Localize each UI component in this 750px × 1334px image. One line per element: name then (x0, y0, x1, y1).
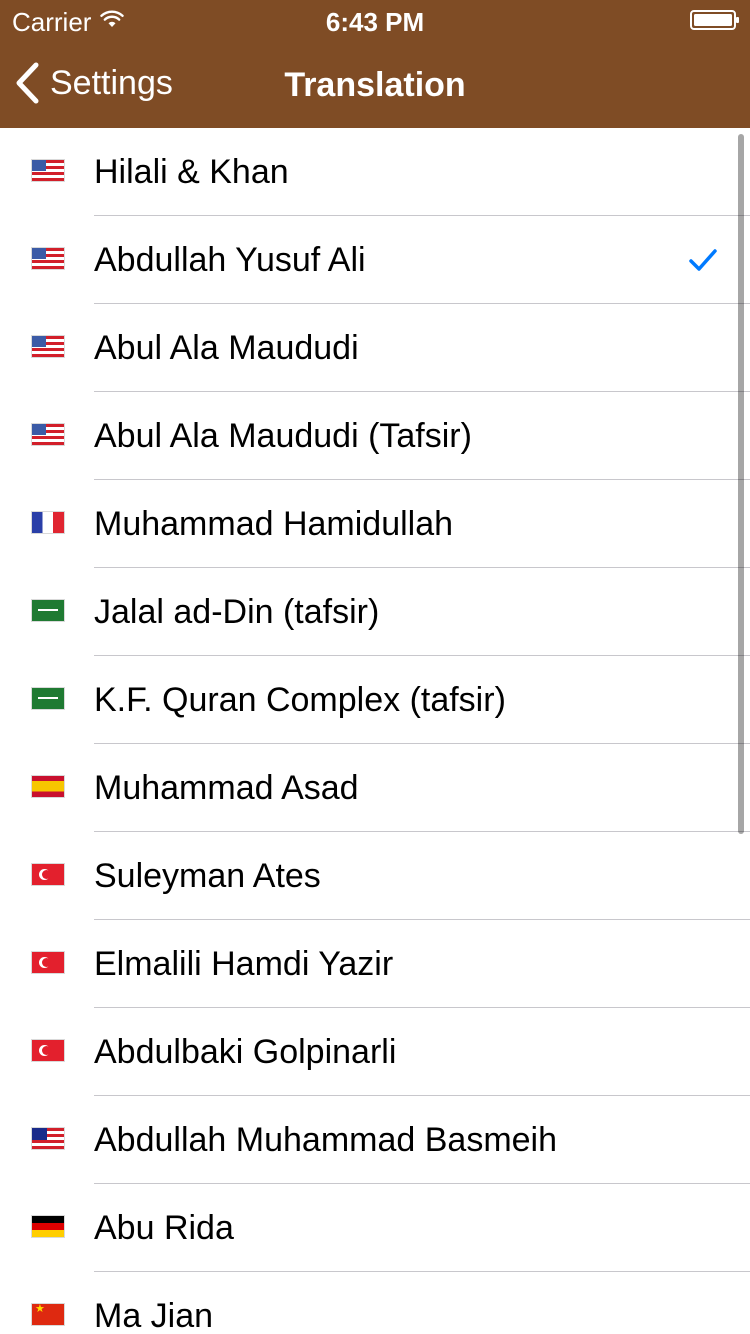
translation-name: Hilali & Khan (94, 153, 289, 191)
us-flag-icon (32, 248, 64, 269)
translation-name: Abdulbaki Golpinarli (94, 1033, 397, 1071)
translation-name: Abdullah Yusuf Ali (94, 241, 366, 279)
translation-row[interactable]: Abul Ala Maududi (0, 304, 750, 392)
translation-name: Abdullah Muhammad Basmeih (94, 1121, 558, 1159)
translation-row[interactable]: Muhammad Asad (0, 744, 750, 832)
us-flag-icon (32, 336, 64, 357)
translation-row[interactable]: Abdullah Muhammad Basmeih (0, 1096, 750, 1184)
france-flag-icon (32, 512, 64, 533)
spain-flag-icon (32, 776, 64, 797)
translation-name: Muhammad Hamidullah (94, 505, 454, 543)
translation-row[interactable]: Abdullah Yusuf Ali (0, 216, 750, 304)
translation-row[interactable]: Muhammad Hamidullah (0, 480, 750, 568)
translation-row[interactable]: Abdulbaki Golpinarli (0, 1008, 750, 1096)
turkey-flag-icon (32, 864, 64, 885)
translation-row[interactable]: Ma Jian (0, 1272, 750, 1334)
navigation-header: Carrier 6:43 PM Settings Translation (0, 0, 750, 128)
us-flag-icon (32, 424, 64, 445)
translation-row[interactable]: Abu Rida (0, 1184, 750, 1272)
translation-name: Suleyman Ates (94, 857, 321, 895)
translation-name: Ma Jian (94, 1297, 214, 1334)
translation-row[interactable]: Jalal ad-Din (tafsir) (0, 568, 750, 656)
turkey-flag-icon (32, 1040, 64, 1061)
checkmark-icon (689, 249, 717, 271)
scroll-indicator[interactable] (738, 134, 744, 834)
malaysia-flag-icon (32, 1128, 64, 1149)
saudi-flag-icon (32, 688, 64, 709)
translation-name: Muhammad Asad (94, 769, 359, 807)
saudi-flag-icon (32, 600, 64, 621)
nav-bar: Settings Translation (0, 40, 750, 128)
us-flag-icon (32, 160, 64, 181)
translation-list[interactable]: Hilali & Khan Abdullah Yusuf Ali Abul Al… (0, 128, 750, 1334)
battery-icon (690, 10, 739, 30)
translation-row[interactable]: Suleyman Ates (0, 832, 750, 920)
status-time: 6:43 PM (325, 7, 425, 37)
translation-name: Abu Rida (94, 1209, 234, 1247)
translation-row[interactable]: Hilali & Khan (0, 128, 750, 216)
translation-name: Elmalili Hamdi Yazir (94, 945, 394, 983)
translation-row[interactable]: Elmalili Hamdi Yazir (0, 920, 750, 1008)
page-title: Translation (284, 66, 466, 104)
translation-name: Abul Ala Maududi (Tafsir) (94, 417, 472, 455)
translation-name: Jalal ad-Din (tafsir) (94, 593, 380, 631)
translation-name: Abul Ala Maududi (94, 329, 359, 367)
translation-row[interactable]: K.F. Quran Complex (tafsir) (0, 656, 750, 744)
status-bar: Carrier 6:43 PM (0, 0, 750, 40)
china-flag-icon (32, 1304, 64, 1325)
turkey-flag-icon (32, 952, 64, 973)
translation-row[interactable]: Abul Ala Maududi (Tafsir) (0, 392, 750, 480)
translation-name: K.F. Quran Complex (tafsir) (94, 681, 506, 719)
germany-flag-icon (32, 1216, 64, 1237)
